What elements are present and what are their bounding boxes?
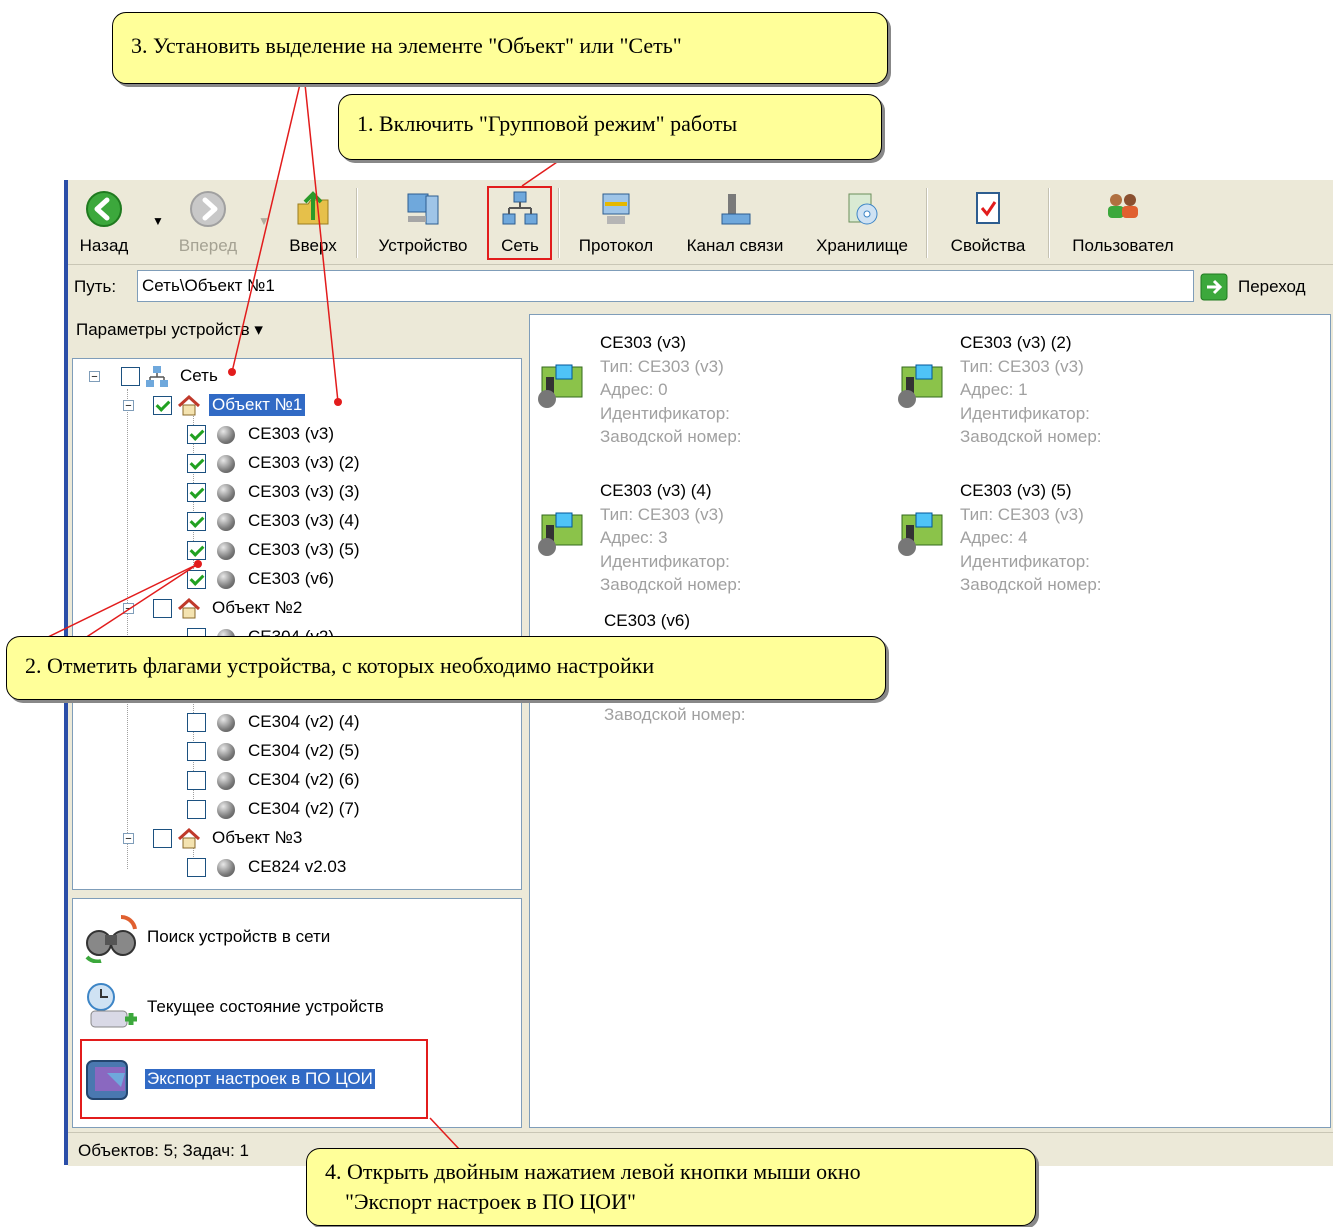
callout-step-4-line-1: 4. Открыть двойным нажатием левой кнопки…: [325, 1159, 861, 1184]
annotation-lines: [45, 83, 561, 1151]
callout-step-4: 4. Открыть двойным нажатием левой кнопки…: [306, 1148, 1036, 1226]
callout-step-1: 1. Включить "Групповой режим" работы: [338, 94, 882, 160]
callout-step-4-line-2: "Экспорт настроек в ПО ЦОИ": [345, 1189, 636, 1214]
callout-step-3: 3. Установить выделение на элементе "Объ…: [112, 12, 888, 84]
callout-step-2: 2. Отметить флагами устройства, с которы…: [6, 636, 886, 700]
